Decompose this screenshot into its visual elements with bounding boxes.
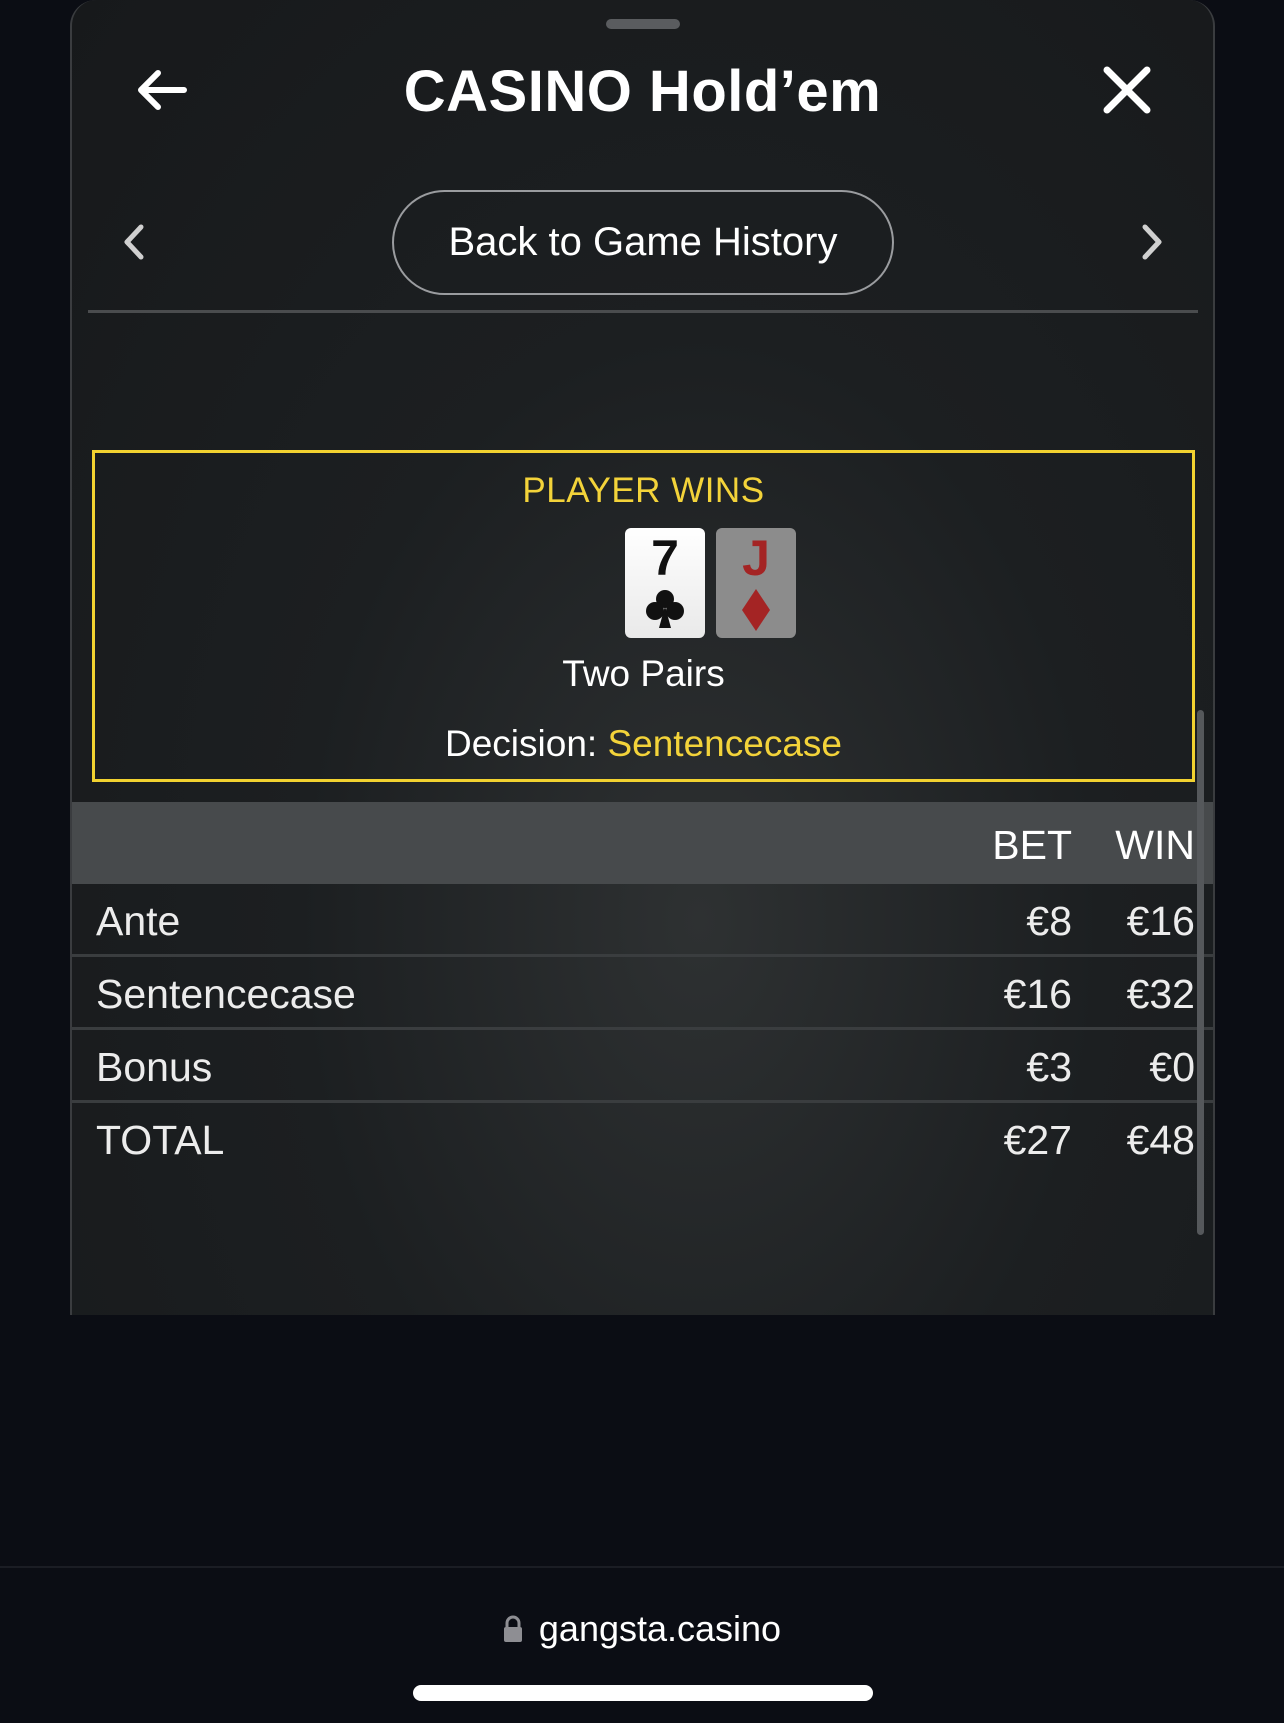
home-indicator[interactable] <box>413 1685 873 1701</box>
table-row: Sentencecase €16 €32 <box>72 957 1213 1030</box>
result-heading: PLAYER WINS <box>522 471 765 510</box>
decision-label: Decision: <box>445 723 598 764</box>
diamond-suit-icon <box>742 589 770 631</box>
row-label: Ante <box>96 898 181 944</box>
row-bet: €16 <box>1003 971 1072 1017</box>
chevron-right-icon <box>1142 224 1162 260</box>
row-bet: €3 <box>1026 1044 1072 1090</box>
card-rank: 7 <box>651 530 679 586</box>
back-to-game-history-button[interactable]: Back to Game History <box>392 190 894 295</box>
game-detail-sheet: CASINO Hold’em Back to Game History PLAY… <box>70 0 1215 1315</box>
row-label: Sentencecase <box>96 971 356 1017</box>
close-icon <box>1103 66 1151 114</box>
page-title: CASINO Hold’em <box>403 59 882 124</box>
row-win: €0 <box>1149 1044 1195 1090</box>
result-panel: PLAYER WINS 7 J Two Pairs Decision: Sent… <box>92 450 1195 782</box>
table-row: Ante €8 €16 <box>72 884 1213 957</box>
row-label: Bonus <box>96 1044 213 1090</box>
close-button[interactable] <box>1092 58 1162 122</box>
table-header: BET WIN <box>72 802 1213 884</box>
row-bet: €27 <box>1003 1117 1072 1163</box>
club-suit-icon <box>646 590 684 628</box>
url-display[interactable]: gangsta.casino <box>0 1608 1284 1650</box>
next-game-button[interactable] <box>1130 218 1174 266</box>
chevron-left-icon <box>124 224 144 260</box>
hand-name: Two Pairs <box>562 653 725 694</box>
lock-icon <box>503 1615 523 1643</box>
bet-table: BET WIN Ante €8 €16 Sentencecase €16 €32… <box>72 802 1213 1176</box>
header-divider <box>88 310 1198 313</box>
bet-column-header: BET <box>992 822 1072 868</box>
total-row: TOTAL €27 €48 <box>72 1103 1213 1176</box>
sheet-grabber[interactable] <box>606 19 680 29</box>
row-bet: €8 <box>1026 898 1072 944</box>
playing-card: J <box>716 528 796 638</box>
table-row: Bonus €3 €0 <box>72 1030 1213 1103</box>
decision-value: Sentencecase <box>607 723 842 764</box>
card-rank: J <box>742 530 770 586</box>
url-text: gangsta.casino <box>538 1608 782 1649</box>
playing-card: 7 <box>625 528 705 638</box>
scrollbar[interactable] <box>1197 710 1204 1235</box>
browser-address-bar[interactable]: gangsta.casino <box>0 1566 1284 1723</box>
row-win: €16 <box>1126 898 1195 944</box>
previous-game-button[interactable] <box>112 218 156 266</box>
decision-line: Decision: Sentencecase <box>95 723 1192 765</box>
row-win: €32 <box>1126 971 1195 1017</box>
win-column-header: WIN <box>1115 822 1195 868</box>
row-label: TOTAL <box>96 1117 225 1163</box>
row-win: €48 <box>1126 1117 1195 1163</box>
